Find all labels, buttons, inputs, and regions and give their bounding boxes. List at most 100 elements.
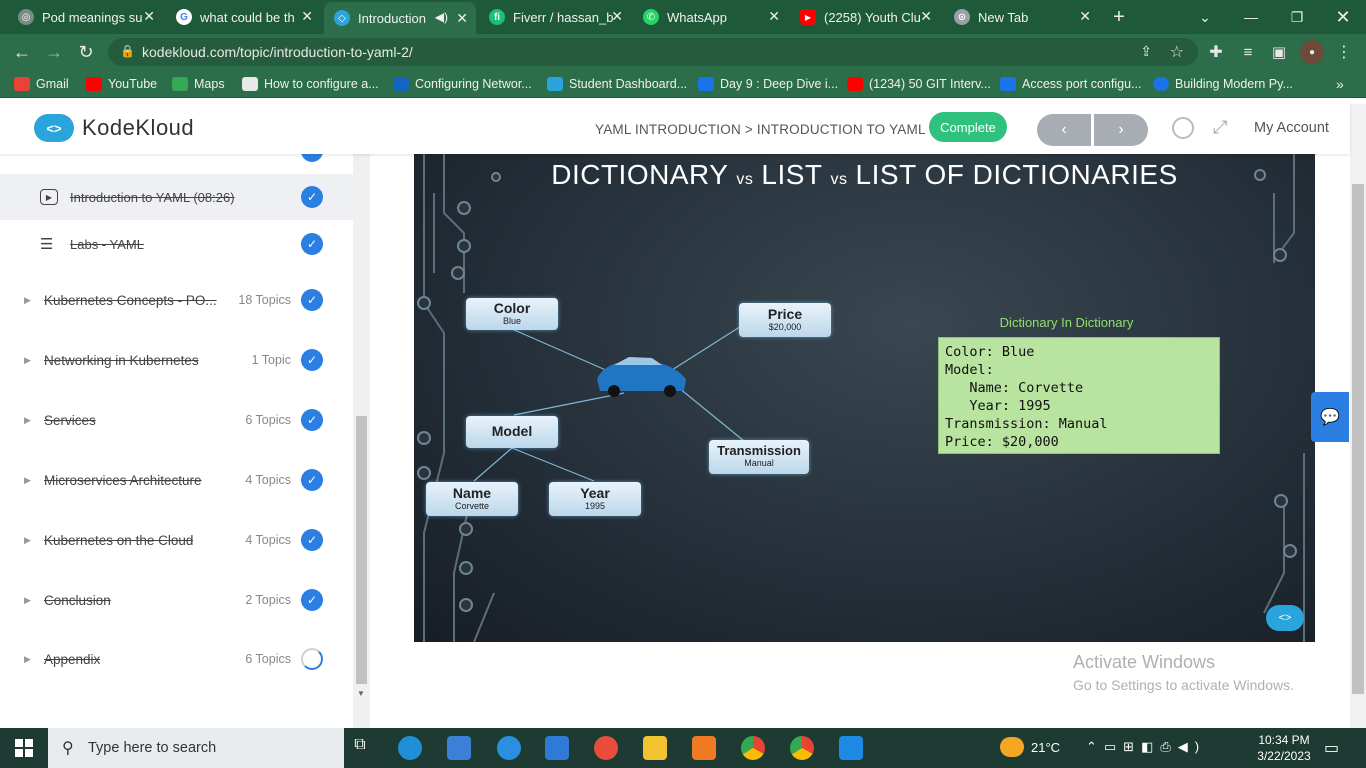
windows-start-icon[interactable] (0, 728, 48, 768)
breadcrumb[interactable]: YAML INTRODUCTION > INTRODUCTION TO YAML (595, 122, 926, 137)
expand-icon[interactable]: ⤢ (1213, 117, 1227, 138)
audio-icon[interactable]: ◀) (435, 10, 448, 24)
expand-triangle-icon[interactable]: ▶ (24, 595, 31, 606)
side-panel-icon[interactable]: ▣ (1267, 40, 1291, 64)
close-icon[interactable]: ✕ (611, 8, 623, 25)
tab-pod-meanings[interactable]: ◎ Pod meanings su ✕ (8, 0, 163, 34)
tab-youtube[interactable]: ▶ (2258) Youth Clu ✕ (790, 0, 940, 34)
yaml-line: Price: $20,000 (945, 434, 1059, 450)
bookmark-configuring-network[interactable]: Configuring Networ... (393, 74, 532, 94)
expand-triangle-icon[interactable]: ▶ (24, 355, 31, 366)
reload-icon[interactable]: ↻ (74, 40, 98, 64)
section-row[interactable]: ▶ Kubernetes on the Cloud 4 Topics ✓ (0, 517, 353, 563)
previous-lesson-button[interactable]: ‹ (1037, 114, 1091, 146)
skype-icon[interactable] (497, 736, 521, 760)
tab-google-search[interactable]: G what could be th ✕ (166, 0, 321, 34)
forward-arrow-icon[interactable]: → (42, 40, 66, 64)
section-label: Conclusion (44, 592, 111, 608)
scroll-down-arrow-icon[interactable]: ▼ (357, 689, 365, 698)
dark-mode-icon[interactable] (1172, 117, 1194, 139)
video-player[interactable]: DICTIONARY vs LIST vs LIST OF DICTIONARIES C… (414, 153, 1315, 642)
section-row[interactable]: ▶ Kubernetes Concepts - PO... 18 Topics … (0, 277, 353, 323)
bookmark-star-icon[interactable]: ☆ (1170, 42, 1184, 62)
bookmark-label: YouTube (108, 77, 158, 91)
expand-triangle-icon[interactable]: ▶ (24, 295, 31, 306)
expand-triangle-icon[interactable]: ▶ (24, 415, 31, 426)
gmail-icon (14, 77, 30, 91)
bookmark-access-port[interactable]: Access port configu... (1000, 74, 1142, 94)
my-account-link[interactable]: My Account (1254, 120, 1329, 136)
tab-new-tab[interactable]: ⊙ New Tab ✕ (944, 0, 1099, 34)
chrome-icon[interactable] (741, 736, 765, 760)
sidebar-scrollbar-thumb[interactable] (356, 416, 367, 684)
tab-fiverr[interactable]: fi Fiverr / hassan_b ✕ (479, 0, 631, 34)
section-row[interactable]: ▶ Microservices Architecture 4 Topics ✓ (0, 457, 353, 503)
section-row[interactable]: ▶ Networking in Kubernetes 1 Topic ✓ (0, 337, 353, 383)
new-tab-plus-icon[interactable]: + (1096, 0, 1142, 34)
expand-triangle-icon[interactable]: ▶ (24, 475, 31, 486)
bookmark-youtube[interactable]: YouTube (86, 74, 157, 94)
minimize-icon[interactable]: — (1228, 0, 1274, 34)
file-explorer-icon[interactable] (643, 736, 667, 760)
tab-whatsapp[interactable]: ✆ WhatsApp ✕ (633, 0, 788, 34)
car-icon (597, 357, 686, 397)
section-row[interactable]: ▶ Services 6 Topics ✓ (0, 397, 353, 443)
site-header: <> KodeKloud YAML INTRODUCTION > INTRODU… (0, 104, 1350, 154)
app-swirl-icon[interactable] (594, 736, 618, 760)
close-icon[interactable]: ✕ (920, 8, 932, 25)
bookmark-building-modern[interactable]: Building Modern Py... (1153, 74, 1293, 94)
bookmark-student-dashboard[interactable]: Student Dashboard... (547, 74, 687, 94)
menu-kebab-icon[interactable]: ⋮ (1332, 40, 1356, 64)
vscode-icon[interactable] (839, 736, 863, 760)
more-bookmarks-chevron-icon[interactable]: » (1336, 74, 1344, 94)
office-icon[interactable] (692, 736, 716, 760)
taskbar-search-box[interactable]: ⚲ Type here to search (48, 728, 344, 768)
chrome-icon: ⊙ (954, 9, 970, 25)
chrome-active-icon[interactable] (790, 736, 814, 760)
extensions-icon[interactable]: ✚ (1204, 40, 1228, 64)
address-bar[interactable]: 🔒 kodekloud.com/topic/introduction-to-ya… (108, 38, 1198, 66)
next-lesson-button[interactable]: › (1094, 114, 1148, 146)
close-icon[interactable]: ✕ (456, 10, 468, 27)
task-view-icon[interactable]: ⧉ (348, 736, 372, 760)
lesson-row[interactable]: ▶ Introduction to YAML (08:26) ✓ (0, 174, 353, 220)
close-icon[interactable]: ✕ (768, 8, 780, 25)
bookmark-gmail[interactable]: Gmail (14, 74, 69, 94)
close-icon[interactable]: ✕ (1079, 8, 1091, 25)
notifications-icon[interactable]: ▭ (1324, 738, 1339, 758)
reading-list-icon[interactable]: ≡ (1236, 40, 1260, 64)
complete-button[interactable]: Complete (929, 112, 1007, 142)
check-icon: ✓ (301, 409, 323, 431)
system-tray-icons[interactable]: ⌃▭⊞◧⎙◀) (1086, 739, 1206, 755)
clock[interactable]: 10:34 PM 3/22/2023 (1252, 732, 1316, 764)
bookmark-configure[interactable]: How to configure a... (242, 74, 379, 94)
share-icon[interactable]: ⇪ (1140, 43, 1152, 60)
profile-avatar[interactable]: ● (1300, 40, 1324, 64)
tab-introduction[interactable]: ◇ Introduction ◀) ✕ (324, 2, 476, 34)
section-row[interactable]: ▶ Appendix 6 Topics (0, 636, 353, 682)
kodekloud-logo[interactable]: <> KodeKloud (34, 114, 194, 142)
bookmark-git-interview[interactable]: (1234) 50 GIT Interv... (847, 74, 991, 94)
bookmark-maps[interactable]: Maps (172, 74, 225, 94)
page-scrollbar-thumb[interactable] (1352, 184, 1364, 694)
link-icon (1000, 77, 1016, 91)
partial-check-icon (301, 154, 323, 162)
chat-bubble-icon[interactable]: 💬 (1311, 392, 1349, 442)
temperature[interactable]: 21°C (1031, 740, 1060, 755)
edge-icon[interactable] (398, 736, 422, 760)
store-icon[interactable] (447, 736, 471, 760)
bookmarks-bar: Gmail YouTube Maps How to configure a...… (0, 70, 1366, 98)
section-row[interactable]: ▶ Conclusion 2 Topics ✓ (0, 577, 353, 623)
restore-icon[interactable]: ❐ (1274, 0, 1320, 34)
expand-triangle-icon[interactable]: ▶ (24, 654, 31, 665)
expand-triangle-icon[interactable]: ▶ (24, 535, 31, 546)
back-arrow-icon[interactable]: ← (10, 40, 34, 64)
tab-search-chevron-icon[interactable]: ⌄ (1182, 0, 1228, 34)
close-icon[interactable]: ✕ (143, 8, 155, 25)
weather-icon[interactable] (1000, 737, 1024, 757)
lesson-row[interactable]: ☰ Labs - YAML ✓ (0, 221, 353, 267)
bookmark-day9[interactable]: Day 9 : Deep Dive i... (698, 74, 838, 94)
close-window-icon[interactable]: ✕ (1320, 0, 1366, 34)
mail-icon[interactable] (545, 736, 569, 760)
close-icon[interactable]: ✕ (301, 8, 313, 25)
